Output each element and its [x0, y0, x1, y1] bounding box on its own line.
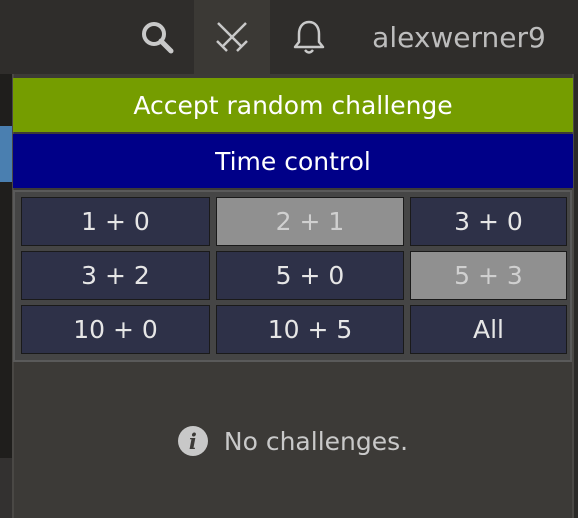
empty-message: No challenges.	[223, 426, 409, 456]
time-control-5-3[interactable]: 5 + 3	[410, 251, 567, 300]
time-control-grid: 1 + 0 2 + 1 3 + 0 3 + 2 5 + 0 5 + 3 10 +…	[13, 190, 572, 362]
time-control-all[interactable]: All	[410, 305, 567, 354]
time-control-10-5[interactable]: 10 + 5	[216, 305, 404, 354]
bell-icon	[293, 20, 325, 54]
time-control-5-0[interactable]: 5 + 0	[216, 251, 404, 300]
search-icon	[142, 22, 174, 54]
notifications-button[interactable]	[284, 0, 334, 74]
top-bar: alexwerner9	[0, 0, 578, 74]
challenges-button[interactable]	[194, 0, 270, 74]
search-button[interactable]	[134, 0, 180, 74]
time-control-1-0[interactable]: 1 + 0	[21, 197, 210, 246]
empty-state: i No challenges.	[13, 410, 573, 472]
swords-icon	[216, 22, 248, 52]
time-control-2-1[interactable]: 2 + 1	[216, 197, 404, 246]
username-link[interactable]: alexwerner9	[354, 0, 564, 74]
time-control-3-2[interactable]: 3 + 2	[21, 251, 210, 300]
time-control-10-0[interactable]: 10 + 0	[21, 305, 210, 354]
time-control-3-0[interactable]: 3 + 0	[410, 197, 567, 246]
info-icon: i	[177, 426, 208, 456]
time-control-header: Time control	[13, 134, 573, 188]
accept-random-challenge-button[interactable]: Accept random challenge	[13, 78, 573, 132]
